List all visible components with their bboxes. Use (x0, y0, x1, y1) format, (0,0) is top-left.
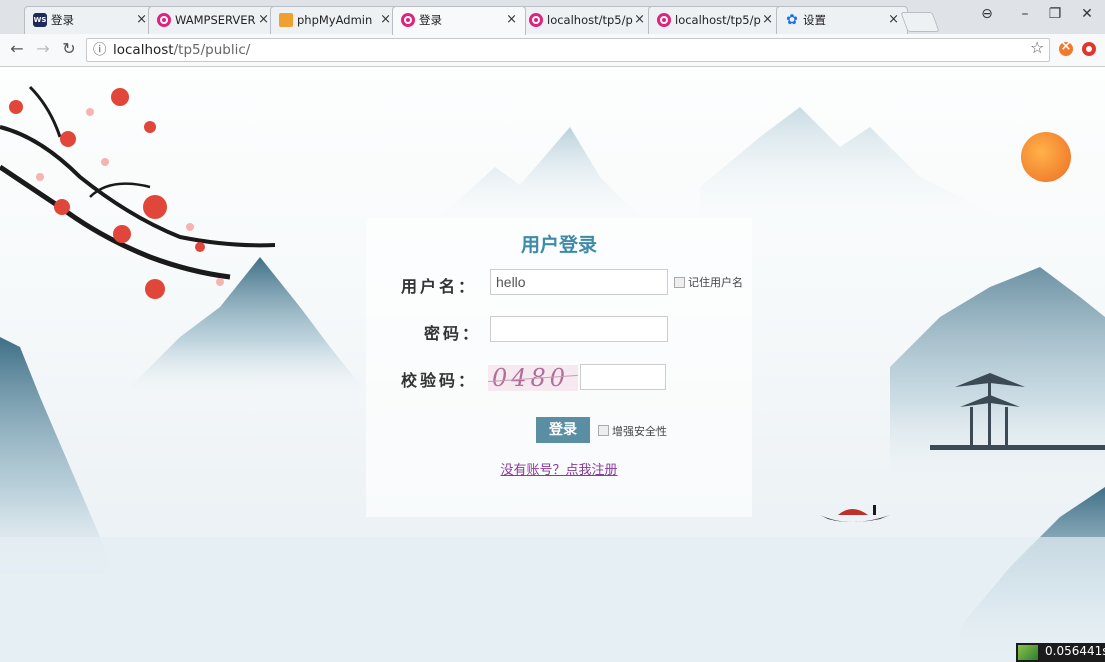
password-input[interactable] (490, 316, 668, 342)
tab-title: phpMyAdmin (297, 13, 373, 27)
wamp-icon (529, 13, 543, 27)
enhance-security-checkbox[interactable] (598, 425, 609, 436)
remember-username-label: 记住用户名 (688, 276, 743, 289)
tab-title: 登录 (419, 13, 442, 27)
captcha-label: 校验码： (401, 371, 478, 390)
restore-button[interactable]: ❐ (1042, 6, 1068, 22)
wamp-icon (157, 13, 171, 27)
tab-strip: WS 登录 × WAMPSERVER × phpMyAdmin × 登录 × l… (0, 0, 1105, 35)
tab-login-1[interactable]: WS 登录 × (24, 6, 156, 34)
captcha-image[interactable]: 0480 (488, 365, 578, 391)
profile-icon[interactable]: ⊖ (974, 6, 1000, 22)
captcha-input[interactable] (580, 364, 666, 390)
register-link[interactable]: 没有账号？点我注册 (366, 459, 752, 478)
login-panel: 用户登录 用户名： hello 记住用户名 密码： 校验码： 0480 登录 增… (366, 218, 752, 517)
close-icon[interactable]: × (506, 7, 517, 33)
close-window-button[interactable]: ✕ (1074, 6, 1100, 22)
tab-title: WAMPSERVER (175, 13, 256, 27)
debug-timer[interactable]: 0.056441s (1016, 643, 1105, 662)
address-bar[interactable]: ⓘ localhost/tp5/public/ (86, 38, 1050, 62)
elapsed-time: 0.056441s (1045, 644, 1105, 658)
login-title: 用户登录 (520, 234, 597, 256)
url-path: /tp5/public/ (173, 42, 251, 58)
boat-icon (820, 505, 890, 522)
browser-toolbar: ← → ↻ ⓘ localhost/tp5/public/ (0, 34, 1105, 67)
password-label: 密码： (424, 324, 482, 343)
close-icon[interactable]: × (888, 7, 899, 33)
page-viewport: 用户登录 用户名： hello 记住用户名 密码： 校验码： 0480 登录 增… (0, 67, 1105, 662)
close-icon[interactable]: × (136, 7, 147, 33)
opera-extension-icon[interactable] (1082, 42, 1096, 56)
tab-title: 设置 (803, 13, 826, 27)
close-icon[interactable]: × (258, 7, 269, 33)
tab-login-active[interactable]: 登录 × (392, 6, 526, 35)
forward-icon[interactable]: → (32, 39, 54, 58)
gear-icon: ✿ (786, 12, 798, 28)
phpmyadmin-icon (279, 13, 293, 27)
reload-icon[interactable]: ↻ (58, 39, 80, 58)
tab-localhost-2[interactable]: localhost/tp5/p × (648, 6, 782, 34)
url-host: localhost (113, 42, 174, 58)
wamp-icon (657, 13, 671, 27)
username-input[interactable]: hello (490, 269, 668, 295)
back-icon[interactable]: ← (6, 39, 28, 58)
close-icon[interactable]: × (634, 7, 645, 33)
close-icon[interactable]: × (380, 7, 391, 33)
url-text: localhost/tp5/public/ (113, 39, 250, 61)
enhance-security-label: 增强安全性 (612, 425, 667, 438)
extension-icon[interactable] (1059, 39, 1073, 56)
wamp-icon (401, 13, 415, 27)
tab-title: localhost/tp5/p (547, 13, 633, 27)
tab-title: 登录 (51, 13, 74, 27)
remember-username-checkbox[interactable] (674, 277, 685, 288)
sun-icon (1021, 132, 1071, 182)
webstorm-icon: WS (33, 13, 47, 27)
tab-settings[interactable]: ✿ 设置 × (776, 6, 908, 34)
login-button[interactable]: 登录 (536, 417, 590, 443)
tab-title: localhost/tp5/p (675, 13, 761, 27)
tab-localhost-1[interactable]: localhost/tp5/p × (520, 6, 654, 34)
thinkphp-trace-icon (1018, 645, 1038, 660)
username-label: 用户名： (401, 277, 478, 296)
tab-wampserver[interactable]: WAMPSERVER × (148, 6, 278, 34)
close-icon[interactable]: × (762, 7, 773, 33)
bookmark-star-icon[interactable]: ☆ (1030, 38, 1044, 57)
minimize-button[interactable]: – (1012, 6, 1038, 22)
tab-phpmyadmin[interactable]: phpMyAdmin × (270, 6, 400, 34)
new-tab-button[interactable] (900, 12, 940, 32)
info-icon[interactable]: ⓘ (93, 39, 107, 61)
